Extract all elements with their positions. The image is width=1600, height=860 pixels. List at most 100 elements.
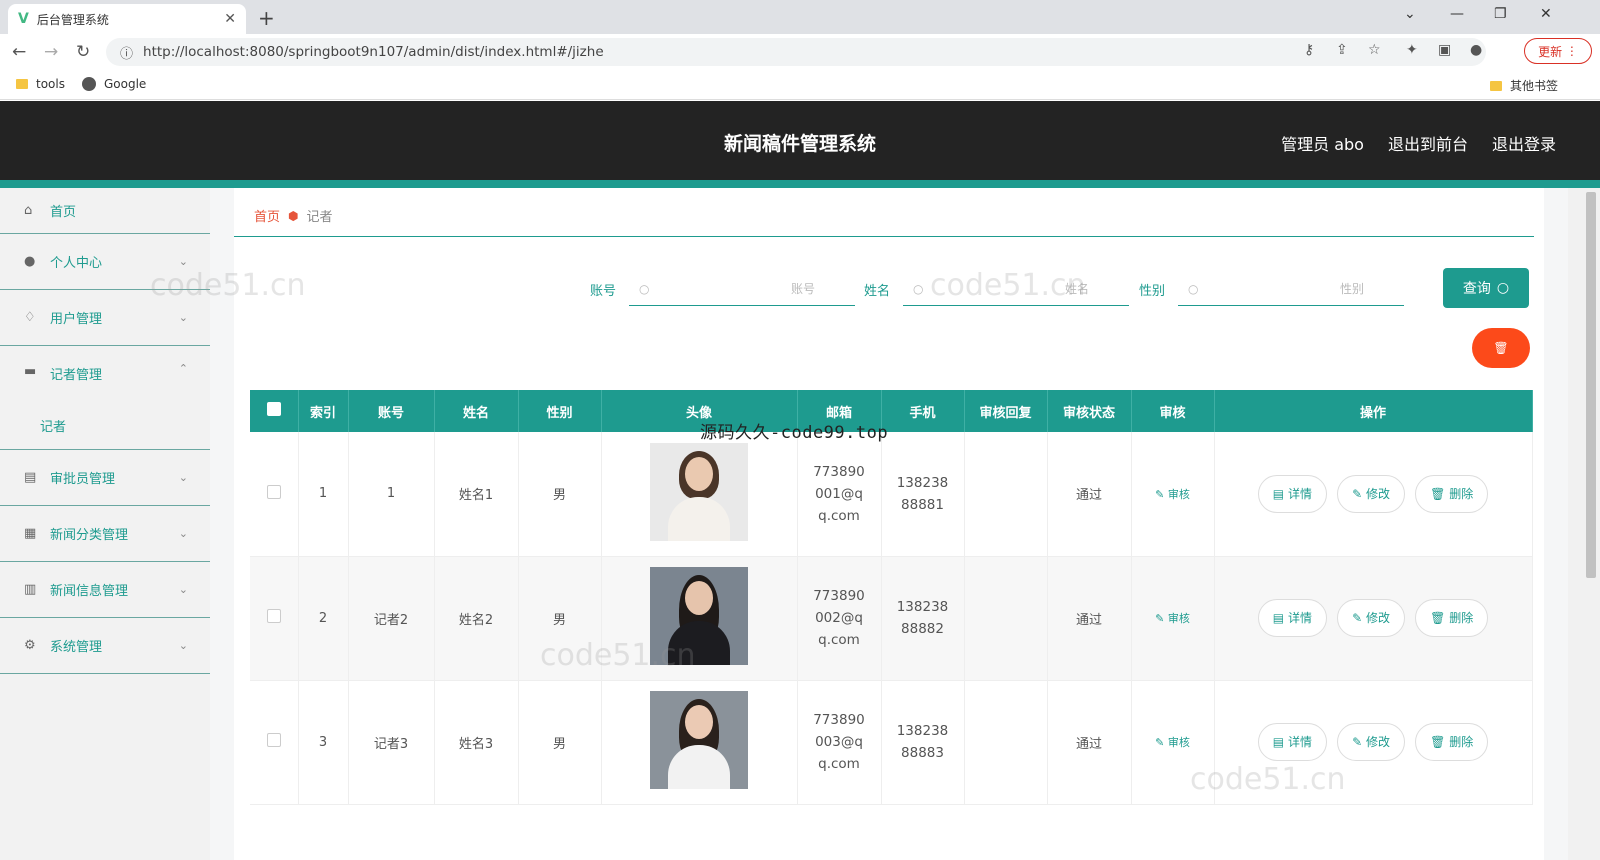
query-label: 查询 [1462, 281, 1491, 297]
chart-icon: ▤ [24, 470, 37, 485]
sidebar-item-system[interactable]: ⚙ 系统管理 ⌄ [0, 618, 210, 674]
trash-icon: 🗑 [1430, 611, 1450, 625]
admin-user-link[interactable]: 管理员 abo [1281, 131, 1364, 155]
search-icon: ○ [913, 281, 924, 296]
account-search-input[interactable]: ○ 账号 [629, 272, 855, 306]
sidebar-item-news-info[interactable]: ▥ 新闻信息管理 ⌄ [0, 562, 210, 618]
sidebar-item-label: 记者管理 [50, 368, 103, 383]
restore-icon[interactable]: ❐ [1494, 6, 1507, 22]
audit-link[interactable]: ✎ 审核 [1155, 612, 1190, 625]
row-checkbox[interactable] [266, 733, 281, 747]
profile-icon[interactable]: ● [1470, 42, 1482, 58]
sidebar-item-approvers[interactable]: ▤ 审批员管理 ⌄ [0, 450, 210, 506]
document-icon: ▤ [1272, 611, 1288, 625]
select-all-checkbox[interactable] [266, 402, 281, 416]
star-icon[interactable]: ☆ [1368, 42, 1381, 58]
home-icon: ⌂ [24, 203, 33, 218]
sidepanel-icon[interactable]: ▣ [1438, 42, 1451, 58]
column-header: 审核状态 [1047, 390, 1132, 432]
cell-phone: 13823888882 [896, 599, 949, 637]
query-button[interactable]: 查询 ○ [1443, 268, 1529, 308]
other-bookmarks[interactable]: 其他书签 [1490, 77, 1558, 94]
site-info-icon[interactable]: ⓘ [120, 43, 133, 62]
update-button[interactable]: 更新 ⋮ [1524, 38, 1592, 64]
cell-phone: 13823888883 [896, 723, 949, 761]
bookmark-label: Google [104, 77, 147, 91]
edit-button[interactable]: ✎ 修改 [1337, 723, 1405, 761]
column-header: 审核回复 [964, 390, 1048, 432]
edit-button[interactable]: ✎ 修改 [1337, 474, 1405, 513]
edit-icon: ✎ [1155, 612, 1168, 625]
name-search-input[interactable]: ○ 姓名 [903, 272, 1129, 306]
row-checkbox[interactable] [266, 484, 281, 499]
bookmark-tools[interactable]: tools [16, 77, 65, 91]
extensions-icon[interactable]: ✦ [1406, 42, 1418, 58]
trash-icon: 🗑 [1493, 341, 1509, 355]
key-icon[interactable]: ⚷ [1304, 42, 1314, 58]
tab-list-icon[interactable]: ⌄ [1404, 6, 1416, 22]
exit-to-front-link[interactable]: 退出到前台 [1388, 131, 1468, 155]
edit-button[interactable]: ✎ 修改 [1337, 599, 1405, 637]
delete-button[interactable]: 🗑 删除 [1415, 599, 1489, 637]
edit-icon: ✎ [1155, 487, 1168, 501]
sidebar-item-users[interactable]: ♢ 用户管理 ⌄ [0, 290, 210, 346]
forward-icon[interactable]: → [44, 42, 58, 62]
delete-button[interactable]: 🗑 删除 [1415, 723, 1489, 761]
cell-index: 2 [298, 556, 349, 681]
account-placeholder: 账号 [790, 282, 815, 296]
detail-button[interactable]: ▤ 详情 [1257, 599, 1327, 637]
sidebar: ⌂ 首页 ● 个人中心 ⌄ ♢ 用户管理 ⌄ ▬ 记者管理 ⌃ 记者 ▤ 审批员… [0, 188, 210, 860]
center-watermark: 源码久久-code99.top [700, 423, 889, 443]
breadcrumb-separator-icon: ⬢ [288, 208, 299, 223]
minimize-icon[interactable]: — [1450, 6, 1464, 22]
detail-label: 详情 [1287, 735, 1312, 749]
bookmark-google[interactable]: Google [82, 77, 146, 91]
detail-button[interactable]: ▤ 详情 [1257, 723, 1327, 761]
gender-search-input[interactable]: ○ 性别 [1178, 272, 1404, 306]
url-field[interactable]: ⓘ http://localhost:8080/springboot9n107/… [106, 38, 1486, 66]
chevron-down-icon: ⌄ [178, 255, 188, 268]
select-all-header[interactable] [250, 390, 299, 432]
sidebar-item-profile[interactable]: ● 个人中心 ⌄ [0, 234, 210, 290]
page-scrollbar[interactable] [1568, 188, 1600, 860]
globe-icon [82, 77, 96, 91]
reporter-table: 索引 账号 姓名 性别 头像 邮箱 手机 审核回复 审核状态 审核 操作 1 1… [250, 390, 1533, 805]
delete-button[interactable]: 🗑 删除 [1415, 474, 1489, 513]
logout-link[interactable]: 退出登录 [1492, 131, 1556, 155]
table-header-row: 索引 账号 姓名 性别 头像 邮箱 手机 审核回复 审核状态 审核 操作 [250, 390, 1533, 432]
avatar [650, 442, 748, 541]
audit-link[interactable]: ✎ 审核 [1155, 736, 1190, 749]
cell-name: 姓名3 [434, 680, 519, 805]
sidebar-item-label: 新闻信息管理 [50, 584, 129, 599]
reload-icon[interactable]: ↻ [76, 42, 90, 62]
new-tab-icon[interactable]: + [258, 6, 275, 30]
edit-label: 修改 [1365, 735, 1390, 749]
browser-tab[interactable]: V 后台管理系统 ✕ [8, 4, 246, 34]
sidebar-item-news-category[interactable]: ▦ 新闻分类管理 ⌄ [0, 506, 210, 562]
header-accent-bar [0, 180, 1600, 188]
trash-icon: 🗑 [1430, 735, 1450, 749]
tab-close-icon[interactable]: ✕ [224, 11, 236, 27]
table-row: 1 1 姓名1 男 773890001@qq.com 13823888881 通… [250, 432, 1533, 557]
chevron-down-icon: ⌄ [178, 471, 188, 484]
breadcrumb-home[interactable]: 首页 [254, 206, 280, 225]
cell-index: 1 [298, 432, 349, 557]
clipboard-icon: ▥ [24, 582, 37, 597]
breadcrumb: 首页 ⬢ 记者 [254, 206, 333, 226]
url-text: http://localhost:8080/springboot9n107/ad… [143, 44, 604, 60]
batch-delete-button[interactable]: 🗑 [1472, 328, 1530, 368]
sidebar-item-reporters[interactable]: ▬ 记者管理 ⌃ [0, 346, 210, 450]
sidebar-item-home[interactable]: ⌂ 首页 [0, 188, 210, 234]
sidebar-subitem-reporter[interactable]: 记者 [40, 416, 66, 435]
back-icon[interactable]: ← [12, 42, 26, 62]
cell-index: 3 [298, 680, 349, 805]
window-close-icon[interactable]: ✕ [1540, 6, 1552, 22]
scrollbar-thumb[interactable] [1586, 192, 1596, 578]
column-header: 索引 [298, 390, 349, 432]
detail-button[interactable]: ▤ 详情 [1257, 474, 1327, 513]
cell-status: 通过 [1047, 432, 1132, 557]
share-icon[interactable]: ⇪ [1336, 42, 1348, 58]
row-checkbox[interactable] [266, 609, 281, 623]
cell-gender: 男 [518, 680, 602, 805]
audit-link[interactable]: ✎ 审核 [1155, 488, 1190, 501]
